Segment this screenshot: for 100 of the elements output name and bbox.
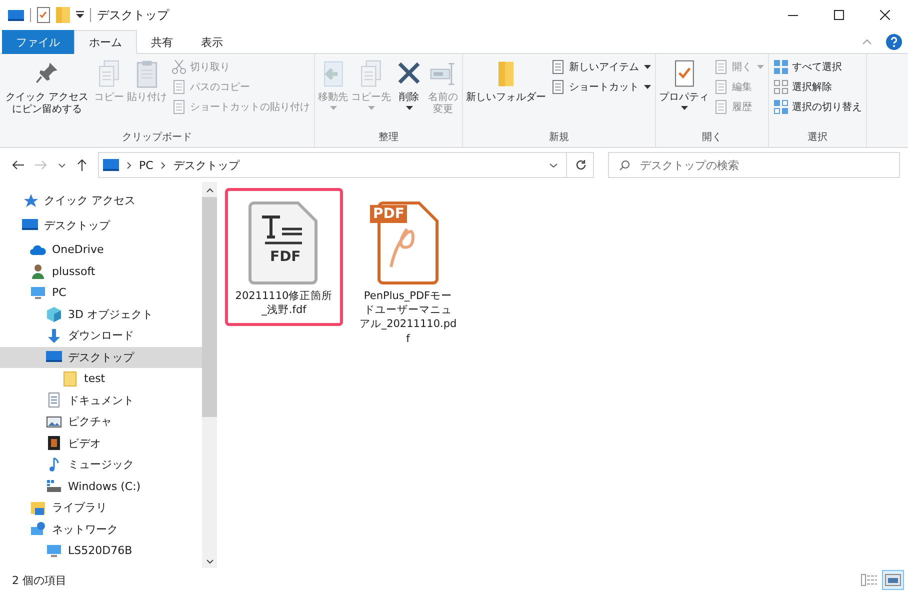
document-icon <box>550 79 566 95</box>
caret-icon <box>757 65 764 69</box>
picture-icon <box>46 414 62 430</box>
tree-item[interactable]: ドキュメント <box>0 390 202 411</box>
ribbon-button[interactable]: 新しいアイテム <box>548 58 653 76</box>
file-tab[interactable]: ファイル <box>2 30 74 54</box>
breadcrumb[interactable]: PC <box>139 158 154 172</box>
library-icon <box>30 500 46 516</box>
file-type-label: FDF <box>270 249 301 265</box>
document-icon <box>713 99 729 115</box>
minimize-icon <box>788 14 798 16</box>
chevron-icon[interactable] <box>206 188 214 193</box>
caret-icon <box>680 106 688 110</box>
chevron-icon <box>127 162 131 168</box>
computer-icon[interactable] <box>8 8 24 22</box>
group-label: クリップボード <box>121 130 193 145</box>
tree-item[interactable]: 3D オブジェクト <box>0 304 202 325</box>
tree-item[interactable]: ピクチャ <box>0 411 202 432</box>
search-icon <box>619 160 630 170</box>
computer-icon <box>30 284 46 301</box>
computer-icon <box>46 542 62 559</box>
close-icon <box>880 10 890 20</box>
film-icon <box>46 435 62 452</box>
tree-item[interactable]: ネットワーク <box>0 518 202 540</box>
caret-icon <box>644 65 651 69</box>
grid-icon <box>773 59 789 75</box>
document-icon <box>713 79 729 95</box>
folder-icon <box>62 370 78 387</box>
search-field[interactable]: デスクトップの検索 <box>608 152 900 178</box>
group-label: 選択 <box>806 131 828 145</box>
caret-icon <box>330 106 336 110</box>
list-icon <box>861 574 877 586</box>
ribbon-button[interactable]: 削除 <box>393 56 425 130</box>
tree-item[interactable]: PC <box>0 282 202 304</box>
star-icon <box>22 192 38 209</box>
tree-item[interactable]: ビデオ <box>0 432 202 454</box>
ribbon-tab[interactable]: 共有 <box>137 30 187 54</box>
down-arrow-icon <box>46 328 62 344</box>
tree-item[interactable]: plussoft <box>0 260 202 282</box>
empty-grid-icon <box>773 79 789 95</box>
chevron-icon[interactable] <box>549 162 558 168</box>
caret-icon <box>644 85 651 89</box>
tree-item[interactable]: OneDrive <box>0 239 202 260</box>
grid-icon <box>773 99 789 115</box>
large-icons-view-button[interactable] <box>882 570 904 590</box>
ribbon-button[interactable]: 選択解除 <box>771 78 864 96</box>
cube-icon <box>46 306 62 322</box>
tree-item[interactable]: test <box>0 368 202 390</box>
ribbon-tab[interactable]: ホーム <box>74 30 137 54</box>
back-arrow-icon[interactable] <box>12 160 24 170</box>
chevron-icon <box>161 162 166 168</box>
document-icon <box>171 79 187 95</box>
help-icon[interactable] <box>886 34 902 50</box>
caret-icon[interactable] <box>76 11 84 19</box>
file-type-badge: PDF <box>370 205 408 223</box>
ribbon-button[interactable]: クイック アクセスにピン留めする <box>2 56 92 130</box>
chevron-icon[interactable] <box>58 162 66 168</box>
ribbon-button[interactable]: ショートカット <box>548 78 653 96</box>
caret-icon <box>406 106 412 110</box>
tree-item[interactable]: デスクトップ <box>0 346 202 368</box>
group-label: 新規 <box>548 130 570 145</box>
up-arrow-icon[interactable] <box>77 159 87 171</box>
file-item[interactable]: PDF PenPlus_PDFモードユーザーマニュアル_20211110.pdf <box>349 188 467 355</box>
group-label: 整理 <box>378 131 400 145</box>
group-label: 開く <box>701 131 723 145</box>
scissors-icon <box>171 59 187 75</box>
collapse-ribbon-icon[interactable] <box>862 38 872 44</box>
maximize-icon <box>834 10 844 20</box>
user-icon <box>30 263 46 280</box>
ribbon-button[interactable]: すべて選択 <box>771 58 864 76</box>
computer-icon <box>103 159 119 171</box>
network-icon <box>30 521 46 538</box>
scrollbar[interactable] <box>202 182 217 568</box>
search-input[interactable]: デスクトップの検索 <box>638 158 889 172</box>
tree-item[interactable]: クイック アクセス <box>0 190 202 212</box>
document-icon <box>550 59 566 75</box>
ribbon-button[interactable]: 新しいフォルダー <box>465 56 547 130</box>
file-item[interactable]: FDF 20211110修正箇所_浅野.fdf <box>225 188 343 326</box>
drive-icon <box>46 478 62 494</box>
tree-item[interactable]: ライブラリ <box>0 497 202 518</box>
checkmark-document-icon[interactable] <box>37 7 50 23</box>
window-title: デスクトップ <box>97 6 169 24</box>
item-count: 2 個の項目 <box>12 572 66 588</box>
ribbon-button[interactable]: プロパティ <box>658 56 710 130</box>
ribbon-tab[interactable]: 表示 <box>187 30 237 54</box>
tree-item[interactable]: デスクトップ <box>0 214 202 236</box>
tree-item[interactable]: ダウンロード <box>0 325 202 346</box>
tree-item[interactable]: Windows (C:) <box>0 476 202 497</box>
tree-item[interactable]: LS520D76B <box>0 540 202 562</box>
breadcrumb[interactable]: デスクトップ <box>173 158 240 172</box>
document-icon <box>46 392 62 408</box>
document-icon <box>171 99 187 115</box>
ribbon-button[interactable]: 選択の切り替え <box>771 98 864 116</box>
tree-item[interactable]: ミュージック <box>0 454 202 476</box>
refresh-icon[interactable] <box>575 159 587 171</box>
document-icon <box>713 59 729 75</box>
chevron-icon[interactable] <box>206 559 214 564</box>
address-bar[interactable]: PC デスクトップ <box>98 152 594 178</box>
caret-icon <box>368 106 374 110</box>
picture-icon <box>885 574 901 586</box>
